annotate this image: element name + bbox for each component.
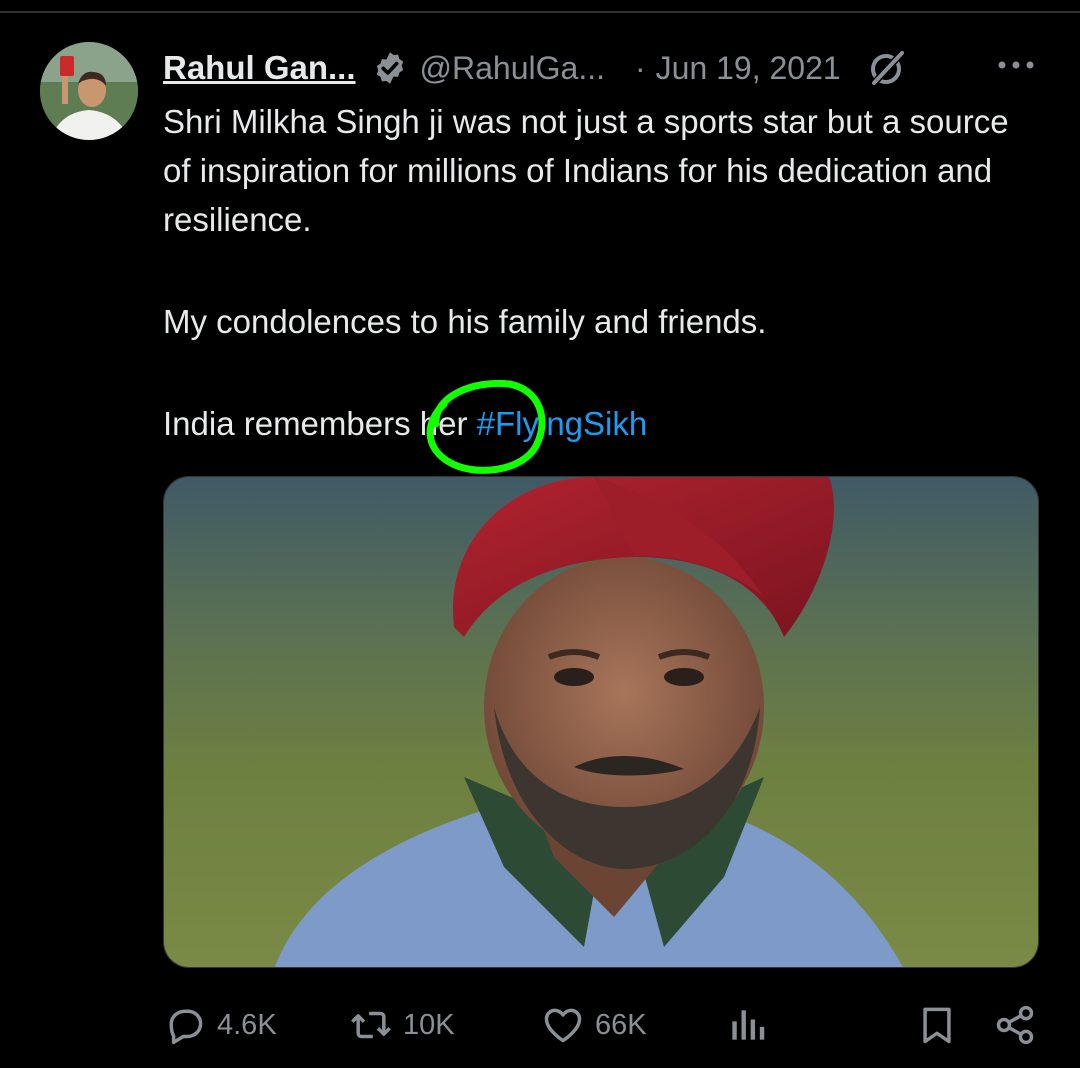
tweet-date[interactable]: Jun 19, 2021	[656, 50, 841, 87]
tweet-last-line: India remembers her	[163, 405, 477, 442]
like-button[interactable]: 66K	[541, 1000, 647, 1050]
repost-icon	[351, 1011, 391, 1039]
heart-icon	[544, 1008, 582, 1043]
tweet-paragraph-1: Shri Milkha Singh ji was not just a spor…	[163, 103, 1009, 238]
avatar-image	[40, 42, 138, 140]
tweet-paragraph-2: My condolences to his family and friends…	[163, 303, 767, 340]
milkha-singh-photo	[164, 477, 1038, 967]
tweet-image[interactable]	[163, 476, 1039, 968]
tweet-text: Shri Milkha Singh ji was not just a spor…	[163, 97, 1043, 448]
repost-count: 10K	[403, 1008, 455, 1041]
author-name[interactable]: Rahul Gan...	[163, 49, 356, 87]
grok-icon[interactable]	[867, 48, 907, 88]
views-analytics-icon	[732, 1010, 765, 1040]
reply-count: 4.6K	[217, 1008, 277, 1041]
hashtag-link[interactable]: #FlyingSikh	[477, 405, 648, 442]
tweet-actions: 4.6K 10K 66K	[163, 1000, 1043, 1050]
bookmark-icon	[923, 1007, 951, 1044]
tweet-header: Rahul Gan... @RahulGa... · Jun 19, 2021	[163, 46, 1043, 90]
tweet-paragraph-3: India remembers her #FlyingSikh	[163, 399, 1043, 448]
share-icon	[996, 1005, 1034, 1045]
top-divider	[0, 11, 1080, 13]
verified-badge-icon	[376, 52, 403, 84]
header-separator: ·	[634, 49, 646, 86]
reply-button[interactable]: 4.6K	[163, 1000, 277, 1050]
author-handle[interactable]: @RahulGa...	[420, 50, 605, 87]
share-button[interactable]	[993, 1000, 1037, 1050]
more-options-icon[interactable]	[996, 50, 1036, 80]
repost-button[interactable]: 10K	[349, 1000, 455, 1050]
like-count: 66K	[595, 1008, 647, 1041]
views-button[interactable]	[725, 1000, 769, 1050]
reply-icon	[169, 1009, 203, 1045]
bookmark-button[interactable]	[915, 1000, 959, 1050]
avatar[interactable]	[40, 42, 138, 140]
